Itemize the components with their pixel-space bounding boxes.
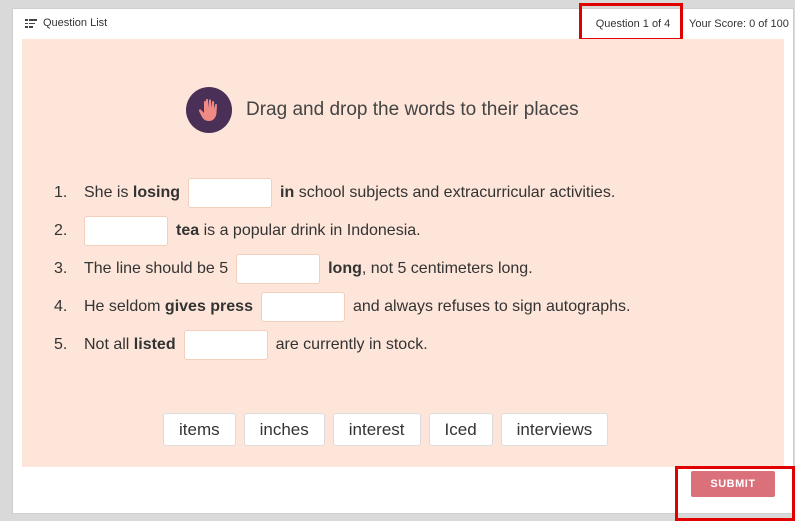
sentence-4: 4. He seldom gives press and always refu… [54,288,630,326]
drop-slot-5[interactable] [183,330,268,360]
sentence-keyword: in [280,184,295,201]
sentence-keyword: listed [133,336,176,353]
sentence-text: She is [84,184,133,201]
sentence-number: 2. [54,222,68,239]
question-title: Drag and drop the words to their places [246,99,579,120]
sentence-number: 5. [54,336,68,353]
question-panel: Drag and drop the words to their places … [22,39,784,467]
sentence-5: 5. Not all listed are currently in stock… [54,326,630,364]
sentence-number: 4. [54,298,68,315]
sentence-text: Not all [84,336,134,353]
sentence-text: and always refuses to sign autographs. [352,298,631,315]
submit-highlight [675,466,795,521]
drop-slot-4[interactable] [260,292,345,322]
drop-slot-3[interactable] [236,254,321,284]
question-header: Drag and drop the words to their places [186,87,579,133]
sentence-3: 3. The line should be 5 long , not 5 cen… [54,250,630,288]
drop-slot-1[interactable] [188,178,273,208]
sentence-text: , not 5 centimeters long. [361,260,533,277]
word-chip-interviews[interactable]: interviews [500,413,609,446]
sentence-2: 2. tea is a popular drink in Indonesia. [54,212,630,250]
word-chip-inches[interactable]: inches [243,413,325,446]
word-chip-iced[interactable]: Iced [428,413,493,446]
sentence-text: The line should be 5 [84,260,229,277]
question-counter-highlight [579,3,683,41]
sentence-list: 1. She is losing in school subjects and … [54,174,630,364]
quiz-card: Question List Question 1 of 4 Your Score… [12,3,794,514]
score-display: Your Score: 0 of 100 [689,18,789,30]
sentence-keyword: long [328,260,362,277]
sentence-text: school subjects and extracurricular acti… [294,184,616,201]
word-chip-items[interactable]: items [163,413,236,446]
word-chip-interest[interactable]: interest [332,413,421,446]
sentence-text: are currently in stock. [275,336,428,353]
word-bank: items inches interest Iced interviews [163,413,609,446]
question-list-button[interactable]: Question List [25,17,107,29]
sentence-text: He seldom [84,298,165,315]
sentence-text: is a popular drink in Indonesia. [199,222,421,239]
top-bar: Question List Question 1 of 4 Your Score… [13,3,793,41]
sentence-1: 1. She is losing in school subjects and … [54,174,630,212]
sentence-keyword: losing [132,184,181,201]
hand-drag-icon [186,87,232,133]
drop-slot-2[interactable] [84,216,168,246]
sentence-keyword: gives press [164,298,253,315]
sentence-number: 3. [54,260,68,277]
sentence-number: 1. [54,184,68,201]
list-icon [25,18,37,28]
sentence-keyword: tea [176,222,200,239]
question-list-label: Question List [43,17,108,29]
